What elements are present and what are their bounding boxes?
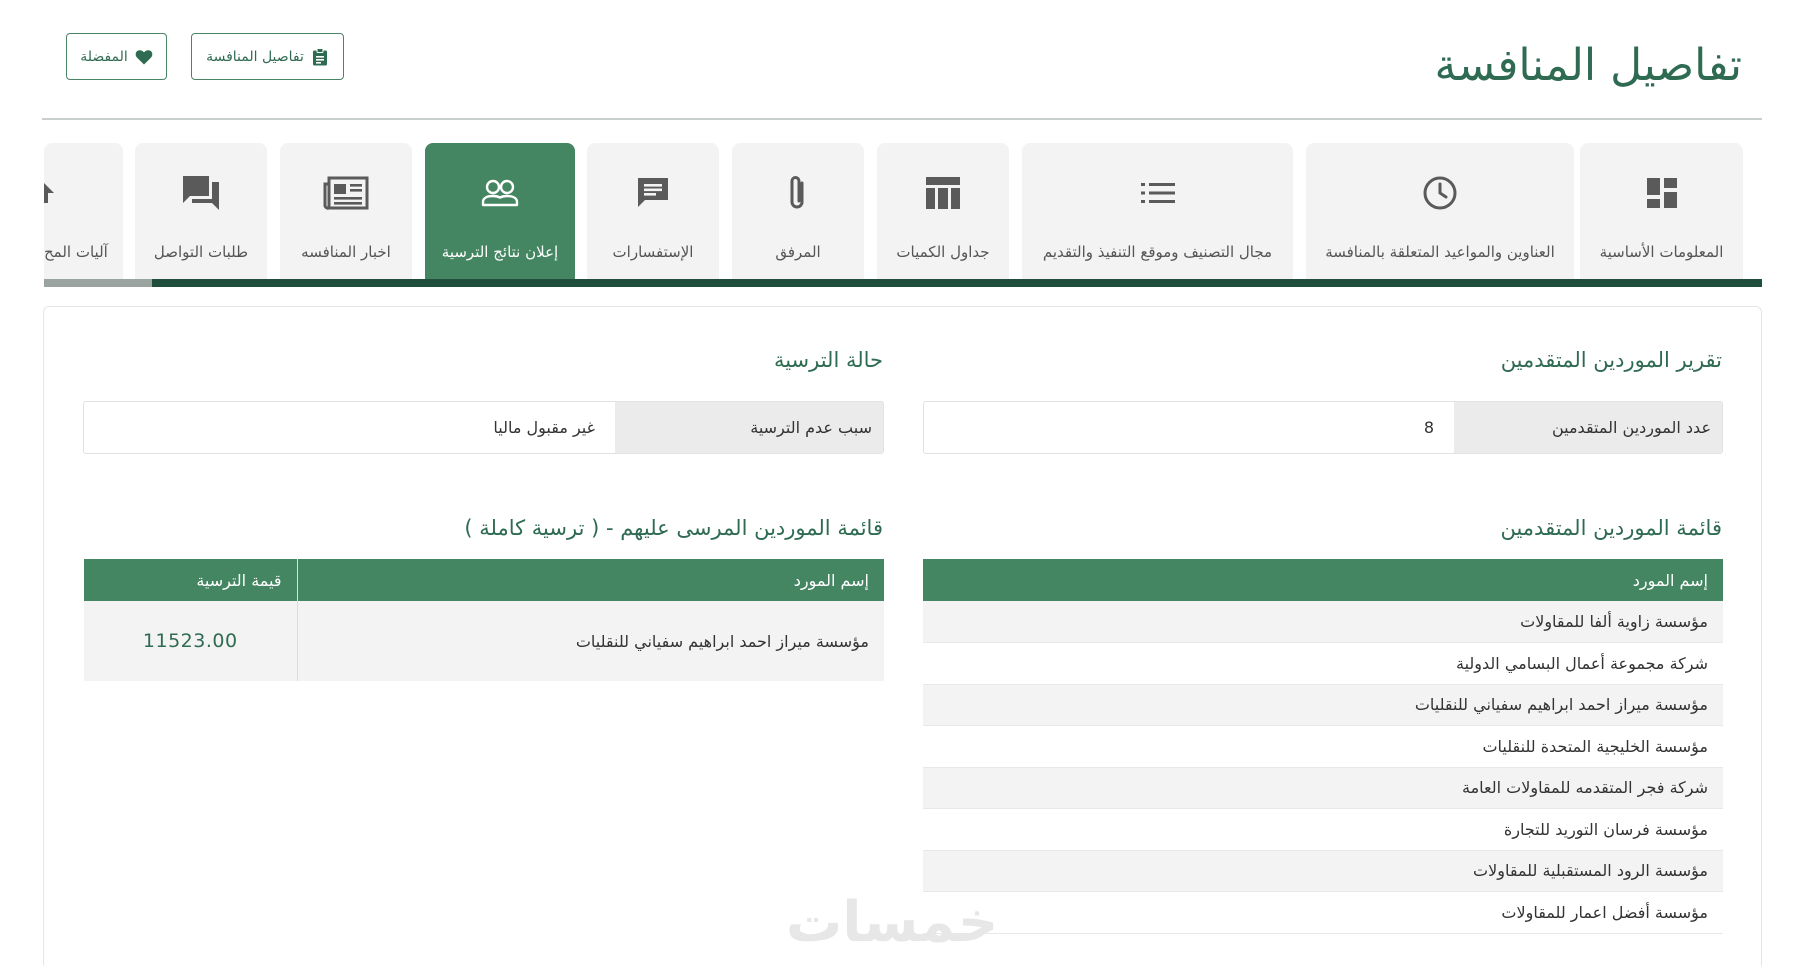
supplier-name: شركة فجر المتقدمه للمقاولات العامة [923, 767, 1723, 809]
tab-label: المعلومات الأساسية [1599, 243, 1724, 261]
tab-label: اخبار المنافسه [301, 243, 391, 261]
tab-award-results[interactable]: إعلان نتائج الترسية [425, 143, 575, 279]
suppliers-title: قائمة الموردين المتقدمين [1500, 516, 1722, 540]
page-title: تفاصيل المنافسة [1434, 40, 1742, 91]
awarded-supplier-name: مؤسسة ميراز احمد ابراهيم سفياني للنقليات [297, 601, 884, 681]
table-row: مؤسسة زاوية ألفا للمقاولات [923, 601, 1723, 643]
supplier-name: شركة مجموعة أعمال البسامي الدولية [923, 642, 1723, 685]
tab-attachment[interactable]: المرفق [732, 143, 864, 279]
tabs-underline [152, 279, 1762, 287]
award-status-title: حالة الترسية [773, 348, 883, 372]
list-icon [1140, 173, 1175, 213]
favorites-label: المفضلة [80, 48, 128, 65]
tab-quantities[interactable]: جداول الكميات [877, 143, 1009, 279]
tab-label: الإستفسارات [612, 243, 694, 261]
tabs-scroll-track [44, 279, 152, 287]
report-title: تقرير الموردين المتقدمين [1500, 348, 1722, 372]
table-row: مؤسسة فرسان التوريد للتجارة [923, 808, 1723, 851]
supplier-name: مؤسسة زاوية ألفا للمقاولات [923, 601, 1723, 643]
table-row: مؤسسة أفضل اعمار للمقاولات [923, 891, 1723, 934]
tab-classification[interactable]: مجال التصنيف وموقع التنفيذ والتقديم [1022, 143, 1293, 279]
column-header: إسم المورد [923, 559, 1723, 601]
supplier-name: مؤسسة فرسان التوريد للتجارة [923, 808, 1723, 851]
tab-label: المرفق [775, 243, 821, 261]
tab-label: مجال التصنيف وموقع التنفيذ والتقديم [1042, 243, 1273, 261]
favorites-button[interactable]: المفضلة [66, 33, 167, 80]
table-row: شركة مجموعة أعمال البسامي الدولية [923, 642, 1723, 685]
table-row: شركة فجر المتقدمه للمقاولات العامة [923, 767, 1723, 809]
paperclip-icon [787, 173, 809, 213]
column-header-value: قيمة الترسية [84, 559, 298, 601]
tab-inquiries[interactable]: الإستفسارات [587, 143, 719, 279]
tab-label: جداول الكميات [896, 243, 990, 261]
table-row: مؤسسة الخليجية المتحدة للنقليات [923, 725, 1723, 768]
supplier-count-row: عدد الموردين المتقدمين 8 [923, 401, 1723, 454]
column-header-name: إسم المورد [297, 559, 884, 601]
award-reason-row: سبب عدم الترسية غير مقبول ماليا [83, 401, 884, 454]
tab-label: إعلان نتائج الترسية [441, 243, 559, 261]
forum-icon [183, 173, 219, 213]
newspaper-icon [323, 173, 369, 213]
table-row: مؤسسة ميراز احمد ابراهيم سفياني للنقليات… [84, 601, 884, 681]
supplier-name: مؤسسة الخليجية المتحدة للنقليات [923, 725, 1723, 768]
dashboard-icon [1646, 173, 1678, 213]
supplier-name: مؤسسة ميراز احمد ابراهيم سفياني للنقليات [923, 684, 1723, 726]
clock-icon [1422, 173, 1458, 213]
competition-details-button[interactable]: تفاصيل المنافسة [191, 33, 344, 80]
award-reason-value: غير مقبول ماليا [493, 418, 595, 437]
competition-details-label: تفاصيل المنافسة [206, 48, 304, 65]
awarded-table: إسم المورد قيمة الترسية مؤسسة ميراز احمد… [84, 559, 884, 681]
tab-contact-requests[interactable]: طلبات التواصل [135, 143, 267, 279]
supplier-name: مؤسسة أفضل اعمار للمقاولات [923, 891, 1723, 934]
table-row: مؤسسة الرود المستقبلية للمقاولات [923, 850, 1723, 892]
heart-icon [135, 48, 153, 66]
tab-label: العناوين والمواعيد المتعلقة بالمنافسة [1325, 243, 1555, 261]
supplier-name: مؤسسة الرود المستقبلية للمقاولات [923, 850, 1723, 892]
suppliers-table: إسم المورد مؤسسة زاوية ألفا للمقاولات شر… [923, 559, 1723, 934]
award-reason-label: سبب عدم الترسية [615, 402, 883, 453]
awarded-title: قائمة الموردين المرسى عليهم - ( ترسية كا… [464, 516, 883, 540]
award-value: 11523.00 [84, 601, 298, 681]
people-icon [481, 173, 519, 213]
tab-addresses-dates[interactable]: العناوين والمواعيد المتعلقة بالمنافسة [1306, 143, 1574, 279]
tabs-bar: المعلومات الأساسية العناوين والمواعيد ال… [44, 143, 1762, 287]
tab-mechanisms[interactable]: آليات المح [44, 143, 123, 279]
chat-icon [636, 173, 670, 213]
table-icon [926, 173, 960, 213]
watermark-logo: خمسات [786, 890, 999, 955]
tab-label: آليات المح [44, 243, 108, 261]
supplier-count-value: 8 [1423, 418, 1434, 437]
header-divider [42, 118, 1762, 120]
supplier-count-label: عدد الموردين المتقدمين [1454, 402, 1722, 453]
arrow-icon [44, 173, 123, 213]
tab-basic-info[interactable]: المعلومات الأساسية [1580, 143, 1743, 279]
clipboard-icon [311, 47, 329, 66]
tab-label: طلبات التواصل [153, 243, 249, 261]
table-row: مؤسسة ميراز احمد ابراهيم سفياني للنقليات [923, 684, 1723, 726]
tab-news[interactable]: اخبار المنافسه [280, 143, 412, 279]
